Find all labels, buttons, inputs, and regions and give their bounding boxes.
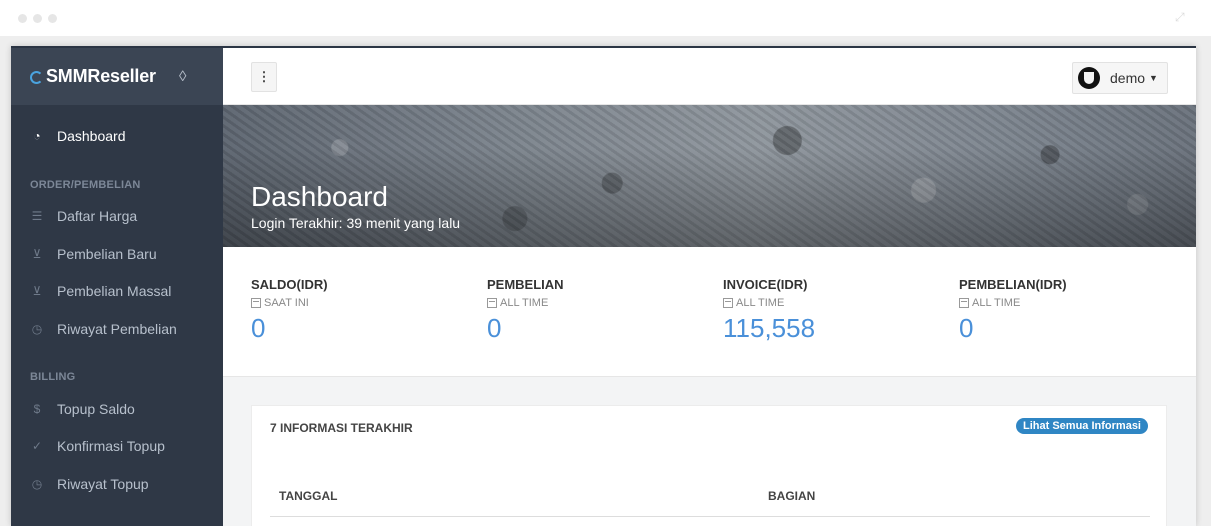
info-panel: 7 INFORMASI TERAKHIR Lihat Semua Informa… — [251, 405, 1167, 526]
list-icon: ☰ — [31, 209, 43, 223]
sidebar-item-pembelian-massal[interactable]: ⊻ Pembelian Massal — [11, 275, 223, 307]
stat-pembelian-idr: PEMBELIAN(IDR) ALL TIME 0 — [959, 277, 1179, 344]
stat-period: ALL TIME — [487, 297, 707, 309]
stat-title: SALDO(IDR) — [251, 277, 328, 292]
avatar — [1078, 67, 1100, 89]
clock-icon: ◷ — [31, 477, 43, 491]
cart-plus-icon: ⊻ — [32, 284, 42, 298]
dollar-icon: $ — [33, 402, 41, 416]
table-divider — [270, 516, 1150, 517]
stat-period-label: ALL TIME — [736, 297, 785, 309]
sidebar-item-label: Daftar Harga — [57, 208, 138, 224]
brand-bar: SMMReseller ◊ — [11, 48, 223, 105]
sidebar-section-heading: BILLING — [30, 371, 76, 383]
stat-title: PEMBELIAN(IDR) — [959, 277, 1067, 292]
sidebar-item-daftar-harga[interactable]: ☰ Daftar Harga — [11, 200, 223, 232]
see-all-info-button[interactable]: Lihat Semua Informasi — [1016, 418, 1148, 434]
sidebar-section-heading: ORDER/PEMBELIAN — [30, 179, 141, 191]
stat-period: ALL TIME — [723, 297, 943, 309]
stat-value: 0 — [959, 313, 974, 343]
menu-toggle-button[interactable]: ⋮ — [251, 62, 277, 92]
hero-banner: Dashboard Login Terakhir: 39 menit yang … — [223, 105, 1196, 247]
sidebar-item-pembelian-baru[interactable]: ⊻ Pembelian Baru — [11, 238, 223, 270]
check-icon: ✓ — [31, 439, 43, 453]
sidebar-item-dashboard[interactable]: ◔ Dashboard — [11, 120, 223, 152]
sidebar-item-konfirmasi-topup[interactable]: ✓ Konfirmasi Topup — [11, 430, 223, 462]
sidebar-item-label: Pembelian Baru — [57, 246, 157, 262]
stat-value: 0 — [487, 313, 502, 343]
stat-period-label: ALL TIME — [500, 297, 549, 309]
fullscreen-icon[interactable]: ⤢ — [1175, 10, 1189, 24]
column-header-bagian[interactable]: BAGIAN — [768, 489, 815, 503]
stat-period-label: ALL TIME — [972, 297, 1021, 309]
calendar-icon — [723, 298, 733, 308]
stat-invoice: INVOICE(IDR) ALL TIME 115,558 — [723, 277, 943, 344]
column-header-tanggal[interactable]: TANGGAL — [279, 489, 337, 503]
stat-period-label: SAAT INI — [264, 297, 309, 309]
sidebar: SMMReseller ◊ ◔ Dashboard ORDER/PEMBELIA… — [11, 48, 223, 526]
calendar-icon — [487, 298, 497, 308]
info-panel-title: 7 INFORMASI TERAKHIR — [270, 421, 413, 435]
page-title: Dashboard — [251, 181, 388, 212]
sidebar-item-label: Riwayat Pembelian — [57, 321, 177, 337]
stat-value: 0 — [251, 313, 266, 343]
clock-icon: ◷ — [31, 322, 43, 336]
sidebar-item-label: Topup Saldo — [57, 401, 135, 417]
sidebar-item-label: Konfirmasi Topup — [57, 438, 165, 454]
calendar-icon — [959, 298, 969, 308]
stat-pembelian: PEMBELIAN ALL TIME 0 — [487, 277, 707, 344]
window-minimize-dot[interactable] — [33, 14, 42, 23]
stat-title: PEMBELIAN — [487, 277, 564, 292]
stat-title: INVOICE(IDR) — [723, 277, 808, 292]
calendar-icon — [251, 298, 261, 308]
dashboard-icon: ◔ — [33, 129, 41, 143]
main-content: ⋮ demo ▼ Dashboard Login Terakhir: 39 me… — [223, 48, 1196, 526]
sidebar-item-label: Riwayat Topup — [57, 476, 149, 492]
theme-drop-icon[interactable]: ◊ — [179, 68, 186, 85]
chevron-down-icon: ▼ — [1149, 73, 1158, 83]
sidebar-item-label: Dashboard — [57, 128, 126, 144]
stats-row: SALDO(IDR) SAAT INI 0 PEMBELIAN ALL TIME… — [223, 247, 1196, 377]
stat-value: 115,558 — [723, 313, 816, 343]
sidebar-item-topup-saldo[interactable]: $ Topup Saldo — [11, 393, 223, 425]
sidebar-item-label: Pembelian Massal — [57, 283, 172, 299]
app-window: SMMReseller ◊ ◔ Dashboard ORDER/PEMBELIA… — [11, 46, 1196, 526]
window-maximize-dot[interactable] — [48, 14, 57, 23]
user-menu-button[interactable]: demo ▼ — [1072, 62, 1168, 94]
username-label: demo — [1110, 70, 1146, 86]
logo-icon — [30, 71, 43, 84]
sidebar-item-riwayat-pembelian[interactable]: ◷ Riwayat Pembelian — [11, 313, 223, 345]
last-login-text: Login Terakhir: 39 menit yang lalu — [251, 215, 461, 231]
stat-period: ALL TIME — [959, 297, 1179, 309]
cart-icon: ⊻ — [32, 247, 42, 261]
stat-saldo: SALDO(IDR) SAAT INI 0 — [251, 277, 471, 344]
brand-name[interactable]: SMMReseller — [46, 66, 156, 87]
sidebar-item-riwayat-topup[interactable]: ◷ Riwayat Topup — [11, 468, 223, 500]
stat-period: SAAT INI — [251, 297, 471, 309]
top-bar: ⋮ demo ▼ — [223, 48, 1196, 105]
browser-chrome: ⤢ — [0, 0, 1211, 38]
window-close-dot[interactable] — [18, 14, 27, 23]
